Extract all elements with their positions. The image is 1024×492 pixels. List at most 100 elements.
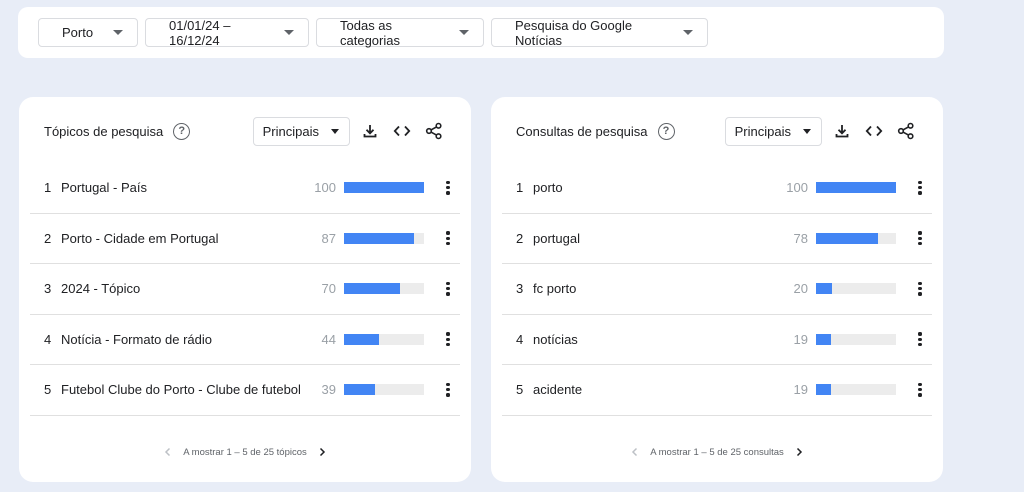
topics-sort-label: Principais	[262, 123, 319, 139]
location-filter-label: Porto	[62, 25, 94, 40]
date-range-filter-label: 01/01/24 – 16/12/24	[169, 17, 231, 48]
interest-bar-fill	[816, 232, 879, 244]
interest-bar	[344, 333, 424, 345]
rank: 3	[44, 281, 52, 297]
filter-bar: Porto 01/01/24 – 16/12/24 Todas as categ…	[18, 7, 944, 58]
chevron-right-icon[interactable]	[790, 443, 808, 461]
interest-bar	[344, 182, 424, 194]
queries-card-header: Consultas de pesquisa ? Principais	[491, 116, 943, 146]
queries-list: 1 porto 100 2 portugal 78 3 fc porto 20 …	[502, 163, 932, 416]
interest-bar-fill	[344, 182, 424, 194]
chevron-left-icon[interactable]	[626, 443, 644, 461]
embed-code-icon[interactable]	[390, 119, 414, 143]
download-icon[interactable]	[830, 119, 854, 143]
interest-bar-fill	[344, 283, 400, 295]
share-icon[interactable]	[422, 119, 446, 143]
search-type-filter-label: Pesquisa do Google Notícias	[515, 17, 633, 48]
more-vert-icon[interactable]	[912, 279, 928, 299]
rank: 2	[44, 230, 52, 246]
caret-down-icon	[459, 30, 469, 35]
list-item[interactable]: 4 notícias 19	[502, 315, 932, 365]
list-item[interactable]: 3 fc porto 20	[502, 264, 932, 315]
more-vert-icon[interactable]	[440, 380, 456, 400]
queries-sort-label: Principais	[734, 123, 791, 139]
topic-label: Portugal - País	[61, 180, 147, 196]
rank: 5	[516, 382, 524, 398]
query-label: portugal	[533, 230, 580, 246]
more-vert-icon[interactable]	[912, 228, 928, 248]
topics-card-title: Tópicos de pesquisa	[44, 123, 164, 139]
topics-card-header: Tópicos de pesquisa ? Principais	[19, 116, 471, 146]
queries-sort-select[interactable]: Principais	[724, 116, 822, 146]
topic-label: Futebol Clube do Porto - Clube de futebo…	[61, 382, 301, 398]
queries-card-title: Consultas de pesquisa	[516, 123, 648, 139]
queries-tools: Principais	[724, 116, 918, 146]
rank: 2	[516, 230, 524, 246]
interest-value: 19	[793, 331, 808, 347]
query-label: notícias	[533, 331, 578, 347]
topic-label: Porto - Cidade em Portugal	[61, 230, 219, 246]
list-item[interactable]: 2 Porto - Cidade em Portugal 87	[30, 214, 460, 264]
date-range-filter[interactable]: 01/01/24 – 16/12/24	[145, 17, 309, 48]
list-item[interactable]: 2 portugal 78	[502, 214, 932, 264]
interest-bar	[344, 232, 424, 244]
download-icon[interactable]	[358, 119, 382, 143]
query-label: fc porto	[533, 281, 577, 297]
interest-bar-fill	[816, 283, 832, 295]
category-filter[interactable]: Todas as categorias	[316, 17, 484, 48]
caret-down-icon	[284, 30, 294, 35]
chevron-right-icon[interactable]	[313, 443, 331, 461]
help-icon[interactable]: ?	[173, 122, 191, 140]
more-vert-icon[interactable]	[440, 279, 456, 299]
query-label: acidente	[533, 382, 583, 398]
interest-bar-fill	[344, 333, 380, 345]
list-item[interactable]: 1 Portugal - País 100	[30, 163, 460, 214]
query-label: porto	[533, 180, 563, 196]
interest-bar-fill	[816, 384, 832, 396]
interest-value: 70	[321, 281, 336, 297]
list-item[interactable]: 1 porto 100	[502, 163, 932, 214]
interest-value: 44	[321, 331, 336, 347]
more-vert-icon[interactable]	[912, 329, 928, 349]
more-vert-icon[interactable]	[440, 329, 456, 349]
interest-bar	[344, 283, 424, 295]
queries-card: Consultas de pesquisa ? Principais 1 por…	[491, 97, 943, 482]
topics-tools: Principais	[252, 116, 446, 146]
topics-sort-select[interactable]: Principais	[252, 116, 350, 146]
help-icon[interactable]: ?	[657, 122, 675, 140]
share-icon[interactable]	[894, 119, 918, 143]
caret-down-icon	[803, 128, 811, 134]
topics-list: 1 Portugal - País 100 2 Porto - Cidade e…	[30, 163, 460, 416]
more-vert-icon[interactable]	[440, 228, 456, 248]
rank: 4	[44, 331, 52, 347]
category-filter-label: Todas as categorias	[340, 17, 400, 48]
interest-value: 78	[793, 230, 808, 246]
topics-pager: A mostrar 1 – 5 de 25 tópicos	[19, 443, 471, 461]
interest-value: 39	[321, 382, 336, 398]
topics-card: Tópicos de pesquisa ? Principais 1 Portu…	[19, 97, 471, 482]
interest-value: 20	[793, 281, 808, 297]
pager-text: A mostrar 1 – 5 de 25 tópicos	[183, 446, 307, 458]
more-vert-icon[interactable]	[912, 380, 928, 400]
rank: 3	[516, 281, 524, 297]
caret-down-icon	[683, 30, 693, 35]
list-item[interactable]: 4 Notícia - Formato de rádio 44	[30, 315, 460, 365]
interest-bar-fill	[344, 232, 414, 244]
interest-bar	[816, 283, 896, 295]
list-item[interactable]: 5 Futebol Clube do Porto - Clube de fute…	[30, 365, 460, 416]
list-item[interactable]: 3 2024 - Tópico 70	[30, 264, 460, 315]
queries-pager: A mostrar 1 – 5 de 25 consultas	[491, 443, 943, 461]
embed-code-icon[interactable]	[862, 119, 886, 143]
list-item[interactable]: 5 acidente 19	[502, 365, 932, 416]
interest-bar-fill	[344, 384, 376, 396]
interest-bar	[816, 333, 896, 345]
more-vert-icon[interactable]	[440, 178, 456, 198]
search-type-filter[interactable]: Pesquisa do Google Notícias	[491, 17, 708, 48]
more-vert-icon[interactable]	[912, 178, 928, 198]
interest-bar	[816, 384, 896, 396]
interest-bar	[816, 182, 896, 194]
location-filter[interactable]: Porto	[38, 18, 138, 47]
chevron-left-icon[interactable]	[159, 443, 177, 461]
topic-label: Notícia - Formato de rádio	[61, 331, 213, 347]
rank: 1	[44, 180, 52, 196]
